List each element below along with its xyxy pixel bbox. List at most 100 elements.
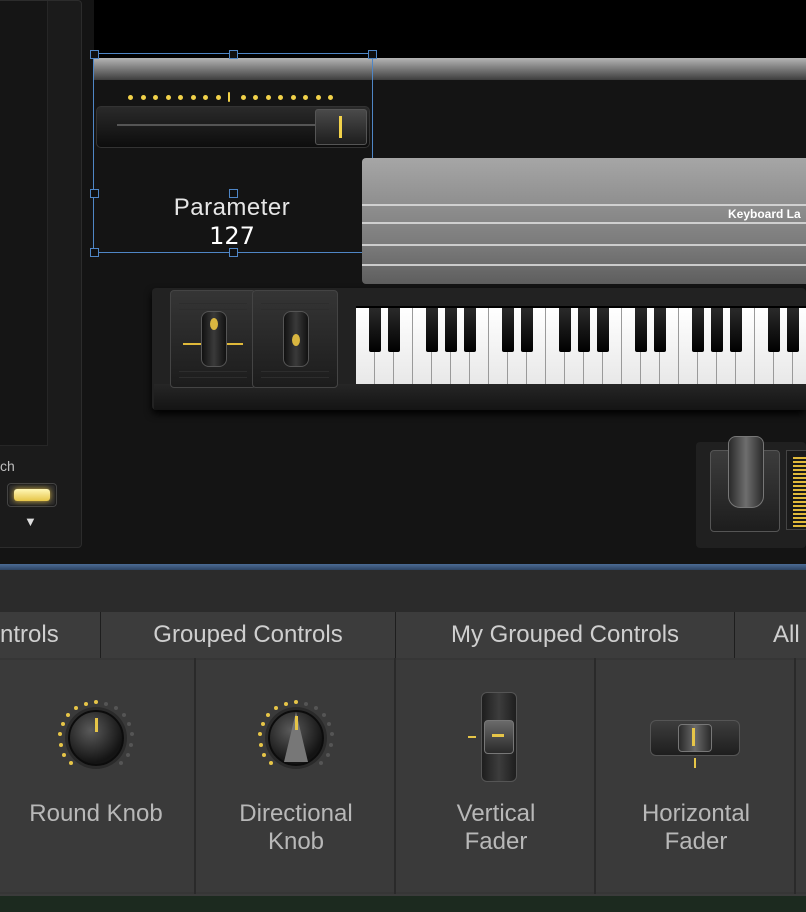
slider-thumb[interactable] (315, 109, 367, 145)
knob-led (83, 701, 88, 706)
black-key[interactable] (388, 308, 400, 352)
led-dot (228, 92, 230, 102)
knob-led (66, 713, 71, 718)
led-dot (265, 95, 271, 100)
knob-led (266, 713, 271, 718)
directional-knob-icon (252, 696, 340, 780)
library-item-partial[interactable] (796, 660, 806, 892)
led-dot (315, 95, 321, 100)
pitch-wheel[interactable] (201, 311, 227, 367)
mod-wheel-housing (252, 290, 338, 388)
dropdown-arrow-icon[interactable]: ▼ (24, 514, 37, 529)
led-dot (303, 95, 308, 100)
knob-led (58, 743, 63, 748)
meter-segment (793, 477, 806, 479)
meter-segment (793, 509, 806, 511)
piano-keyboard[interactable] (356, 306, 806, 384)
left-panel-toggle-button[interactable] (7, 483, 57, 507)
led-dot (178, 95, 183, 100)
knob-led (129, 732, 134, 737)
bottom-strip (0, 894, 806, 912)
black-key[interactable] (559, 308, 571, 352)
led-dot (153, 95, 158, 100)
library-header (0, 570, 806, 612)
black-key[interactable] (597, 308, 609, 352)
top-display-area (94, 0, 806, 58)
horizontal-fader-icon (648, 716, 742, 772)
black-key[interactable] (635, 308, 647, 352)
knob-led (73, 706, 78, 711)
knob-led (127, 722, 132, 727)
knob-led (325, 752, 330, 757)
black-key[interactable] (578, 308, 590, 352)
tab-my-grouped-controls[interactable]: My Grouped Controls (396, 612, 734, 658)
meter-segment (793, 481, 806, 483)
led-dot (140, 95, 146, 100)
knob-led (129, 743, 134, 748)
parameter-name-label: Parameter (173, 194, 291, 221)
knob-led (327, 722, 332, 727)
meter-segment (793, 525, 806, 527)
slider-track (117, 124, 317, 126)
black-key[interactable] (787, 308, 799, 352)
meter-segment (793, 469, 806, 471)
black-key[interactable] (464, 308, 476, 352)
meter-segment (793, 465, 806, 467)
led-dot (203, 95, 208, 100)
black-key[interactable] (426, 308, 438, 352)
parameter-horizontal-slider[interactable] (96, 106, 370, 148)
black-key[interactable] (730, 308, 742, 352)
knob-led (114, 706, 118, 711)
meter-segment (793, 457, 806, 459)
black-key[interactable] (502, 308, 514, 352)
led-dot (215, 95, 221, 100)
library-item-label: Vertical Fader (456, 800, 536, 855)
knob-led (121, 713, 126, 718)
parameter-value-label: 127 (209, 222, 255, 250)
left-panel-list (0, 1, 48, 446)
library-item-label: Directional Knob (239, 800, 353, 855)
black-key[interactable] (369, 308, 381, 352)
keyboard-lid-label: Keyboard La (728, 207, 801, 221)
sustain-pedal[interactable] (728, 436, 764, 508)
led-dot (290, 95, 296, 100)
black-key[interactable] (711, 308, 723, 352)
keyboard-lid (362, 158, 806, 284)
knob-led (314, 706, 318, 711)
led-dot (278, 95, 283, 100)
meter-segment (793, 497, 806, 499)
black-key[interactable] (768, 308, 780, 352)
library-item-label: Round Knob (29, 800, 163, 827)
knob-led (273, 706, 278, 711)
tab-all[interactable]: All (735, 612, 806, 658)
black-key[interactable] (521, 308, 533, 352)
knob-led (258, 743, 263, 748)
black-key[interactable] (654, 308, 666, 352)
tab-grouped-controls[interactable]: Grouped Controls (101, 612, 395, 658)
meter-segment (793, 461, 806, 463)
led-dot (253, 95, 258, 100)
black-key[interactable] (692, 308, 704, 352)
pitch-wheel-housing (170, 290, 256, 388)
knob-led (262, 752, 267, 757)
led-dot (165, 95, 171, 100)
knob-led (329, 732, 334, 737)
chrome-rail (93, 58, 806, 80)
knob-led (260, 722, 265, 727)
knob-led (62, 752, 67, 757)
led-dot (328, 95, 333, 100)
led-dot (240, 95, 246, 100)
mod-wheel[interactable] (283, 311, 309, 367)
knob-led (319, 761, 324, 766)
black-key[interactable] (445, 308, 457, 352)
left-panel-label: ch (0, 458, 15, 474)
led-dot (128, 95, 133, 100)
vertical-fader-icon (468, 690, 528, 784)
knob-led (119, 761, 124, 766)
library-item-horizontal-fader[interactable] (596, 660, 794, 892)
tab-controls[interactable]: ntrols (0, 612, 100, 658)
knob-led (294, 700, 298, 704)
round-knob-icon (52, 696, 140, 780)
level-meter (786, 450, 806, 530)
meter-segment (793, 513, 806, 515)
